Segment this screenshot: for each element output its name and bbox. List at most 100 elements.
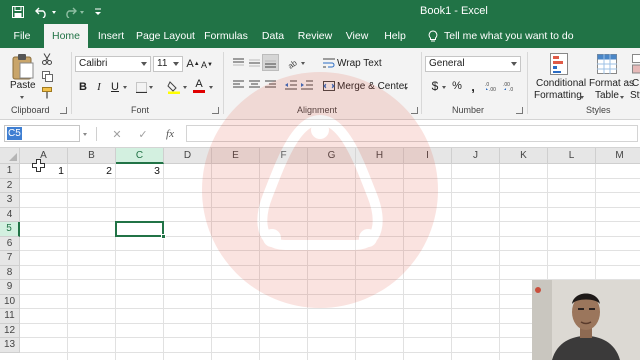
decrease-decimal-icon[interactable]: .00.0: [502, 79, 518, 93]
row-header-9[interactable]: 9: [0, 280, 20, 295]
conditional-formatting-dropdown-icon[interactable]: [579, 94, 585, 100]
fill-color-dropdown-icon[interactable]: [182, 83, 188, 91]
paste-button[interactable]: [8, 52, 38, 82]
font-size-select[interactable]: 11: [153, 56, 183, 72]
save-icon[interactable]: [10, 4, 26, 20]
formula-input[interactable]: [186, 125, 638, 142]
format-as-table-label-1[interactable]: Format as: [589, 78, 634, 89]
underline-dropdown-icon[interactable]: [122, 83, 128, 91]
insert-function-icon[interactable]: fx: [162, 126, 178, 142]
cell-styles-label-2[interactable]: Sty: [630, 90, 640, 101]
column-header-f[interactable]: F: [260, 148, 308, 164]
currency-button[interactable]: $: [429, 79, 441, 93]
column-header-g[interactable]: G: [308, 148, 356, 164]
number-format-select[interactable]: General: [425, 56, 521, 72]
tab-home[interactable]: Home: [44, 24, 88, 48]
cut-icon[interactable]: [40, 52, 54, 66]
format-painter-icon[interactable]: [40, 86, 54, 100]
column-header-e[interactable]: E: [212, 148, 260, 164]
name-box-dropdown-icon[interactable]: [81, 131, 89, 137]
active-cell-outline[interactable]: [115, 221, 164, 237]
name-box[interactable]: C5: [4, 125, 80, 142]
tab-review[interactable]: Review: [297, 24, 333, 48]
comma-button[interactable]: ,: [467, 79, 479, 94]
column-header-d[interactable]: D: [164, 148, 212, 164]
row-header-12[interactable]: 12: [0, 323, 20, 338]
fill-color-icon[interactable]: [166, 79, 182, 95]
column-header-b[interactable]: B: [68, 148, 116, 164]
cell-styles-label-1[interactable]: C: [632, 78, 639, 89]
bottom-align-icon[interactable]: [262, 54, 279, 71]
tab-help[interactable]: Help: [381, 24, 409, 48]
tab-formulas[interactable]: Formulas: [203, 24, 249, 48]
format-as-table-icon[interactable]: [596, 52, 618, 76]
row-header-11[interactable]: 11: [0, 309, 20, 324]
row-header-1[interactable]: 1: [0, 164, 20, 179]
paste-dropdown-icon[interactable]: [12, 92, 32, 102]
row-header-8[interactable]: 8: [0, 265, 20, 280]
increase-indent-icon[interactable]: [300, 78, 314, 92]
column-header-c[interactable]: C: [116, 148, 164, 164]
row-header-5[interactable]: 5: [0, 222, 20, 237]
conditional-formatting-label-2[interactable]: Formatting: [534, 90, 582, 101]
orientation-icon[interactable]: ab: [285, 56, 299, 70]
wrap-text-icon[interactable]: [322, 56, 336, 70]
merge-center-button[interactable]: Merge & Center: [337, 81, 408, 92]
clipboard-launcher-icon[interactable]: [60, 107, 67, 114]
top-align-icon[interactable]: [231, 56, 245, 70]
tab-file[interactable]: File: [8, 24, 36, 48]
alignment-launcher-icon[interactable]: [411, 107, 418, 114]
cancel-icon[interactable]: ✕: [110, 126, 124, 142]
format-as-table-dropdown-icon[interactable]: [619, 94, 625, 100]
increase-font-size-button[interactable]: A ▲: [186, 57, 199, 71]
percent-button[interactable]: %: [451, 79, 463, 93]
underline-button[interactable]: U: [109, 80, 121, 94]
cell-b1[interactable]: 2: [68, 165, 112, 178]
undo-dropdown-icon[interactable]: [50, 4, 58, 20]
row-header-4[interactable]: 4: [0, 207, 20, 222]
tell-me-search[interactable]: Tell me what you want to do: [428, 24, 574, 48]
format-as-table-label-2[interactable]: Table: [595, 90, 619, 101]
tab-insert[interactable]: Insert: [94, 24, 128, 48]
decrease-font-size-button[interactable]: A ▼: [201, 58, 213, 72]
redo-icon[interactable]: [62, 4, 78, 20]
font-name-select[interactable]: Calibri: [75, 56, 151, 72]
column-header-l[interactable]: L: [548, 148, 596, 164]
column-header-h[interactable]: H: [356, 148, 404, 164]
row-header-7[interactable]: 7: [0, 251, 20, 266]
fill-handle[interactable]: [161, 233, 166, 239]
row-header-3[interactable]: 3: [0, 193, 20, 208]
decrease-indent-icon[interactable]: [284, 78, 298, 92]
copy-icon[interactable]: [40, 69, 54, 83]
cell-styles-icon[interactable]: [630, 52, 640, 76]
merge-center-dropdown-icon[interactable]: [403, 84, 409, 92]
number-launcher-icon[interactable]: [516, 107, 523, 114]
conditional-formatting-label-1[interactable]: Conditional: [536, 78, 586, 89]
font-launcher-icon[interactable]: [212, 107, 219, 114]
customize-qat-icon[interactable]: [90, 4, 106, 20]
column-header-k[interactable]: K: [500, 148, 548, 164]
merge-center-icon[interactable]: [322, 79, 336, 93]
enter-icon[interactable]: ✓: [136, 126, 150, 142]
borders-dropdown-icon[interactable]: [148, 83, 154, 91]
orientation-dropdown-icon[interactable]: [300, 59, 306, 67]
conditional-formatting-icon[interactable]: [548, 52, 570, 76]
column-header-j[interactable]: J: [452, 148, 500, 164]
wrap-text-button[interactable]: Wrap Text: [337, 58, 382, 69]
cell-c1[interactable]: 3: [116, 165, 160, 178]
tab-view[interactable]: View: [343, 24, 371, 48]
borders-icon[interactable]: [134, 80, 148, 94]
font-color-dropdown-icon[interactable]: [208, 83, 214, 91]
row-header-10[interactable]: 10: [0, 294, 20, 309]
column-header-m[interactable]: M: [596, 148, 640, 164]
currency-dropdown-icon[interactable]: [441, 83, 447, 91]
select-all-button[interactable]: [0, 148, 20, 164]
bold-button[interactable]: B: [77, 80, 89, 94]
row-header-6[interactable]: 6: [0, 236, 20, 251]
undo-icon[interactable]: [34, 4, 50, 20]
column-header-i[interactable]: I: [404, 148, 452, 164]
redo-dropdown-icon[interactable]: [78, 4, 86, 20]
middle-align-icon[interactable]: [247, 56, 261, 70]
align-right-icon[interactable]: [263, 78, 277, 92]
align-center-icon[interactable]: [247, 78, 261, 92]
